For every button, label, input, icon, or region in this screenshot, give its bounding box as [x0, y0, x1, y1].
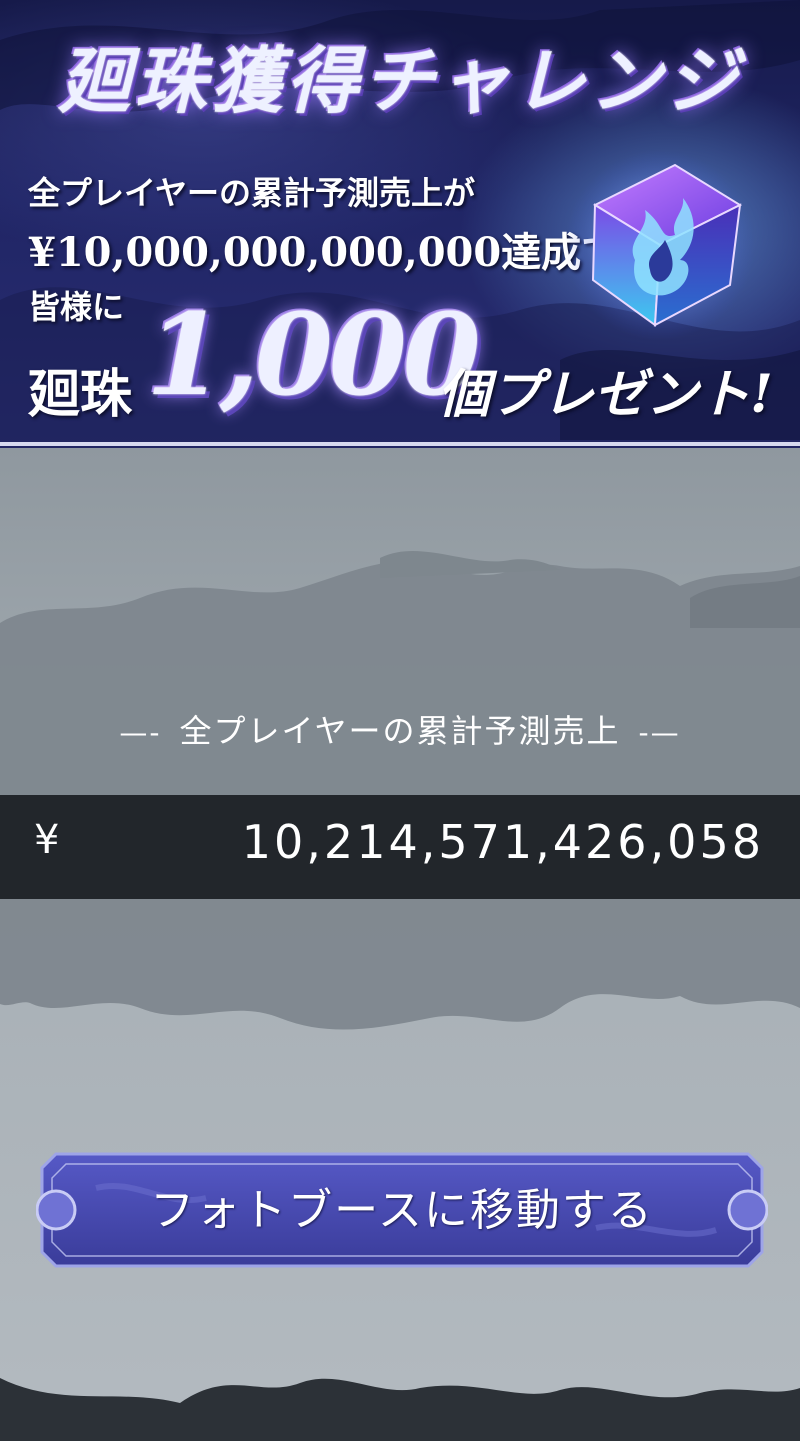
sales-counter-value: 10,214,571,426,058: [241, 815, 764, 869]
currency-symbol: ¥: [34, 817, 60, 863]
sales-counter: ¥ 10,214,571,426,058: [0, 795, 800, 899]
reward-suffix: 個プレゼント!: [438, 364, 773, 425]
banner-title: 廻珠獲得チャレンジ: [58, 38, 742, 123]
soul-orb-cube-icon: [565, 150, 755, 340]
smoke-decoration: [0, 550, 800, 1441]
event-banner: 廻珠獲得チャレンジ 全プレイヤーの累計予測売上が ¥10,000,000,000…: [0, 0, 800, 448]
go-to-photobooth-label: フォトブースに移動する: [150, 1185, 654, 1236]
banner-condition-line1: 全プレイヤーの累計予測売上が: [28, 174, 476, 212]
label-dash-right: -—: [638, 716, 681, 749]
total-sales-label: —- 全プレイヤーの累計予測売上 -—: [0, 706, 800, 752]
reward-amount: 1,000: [146, 290, 481, 421]
banner-condition-line2: ¥10,000,000,000,000達成で: [28, 229, 622, 276]
banner-condition-line3: 皆様に: [28, 288, 125, 326]
banner-reward-prefix: 廻珠: [28, 364, 133, 425]
content-area: [0, 448, 800, 1441]
banner-divider: [0, 442, 800, 446]
label-dash-left: —-: [119, 716, 162, 749]
total-sales-label-text: 全プレイヤーの累計予測売上: [179, 712, 621, 750]
go-to-photobooth-button[interactable]: フォトブースに移動する: [36, 1148, 768, 1272]
